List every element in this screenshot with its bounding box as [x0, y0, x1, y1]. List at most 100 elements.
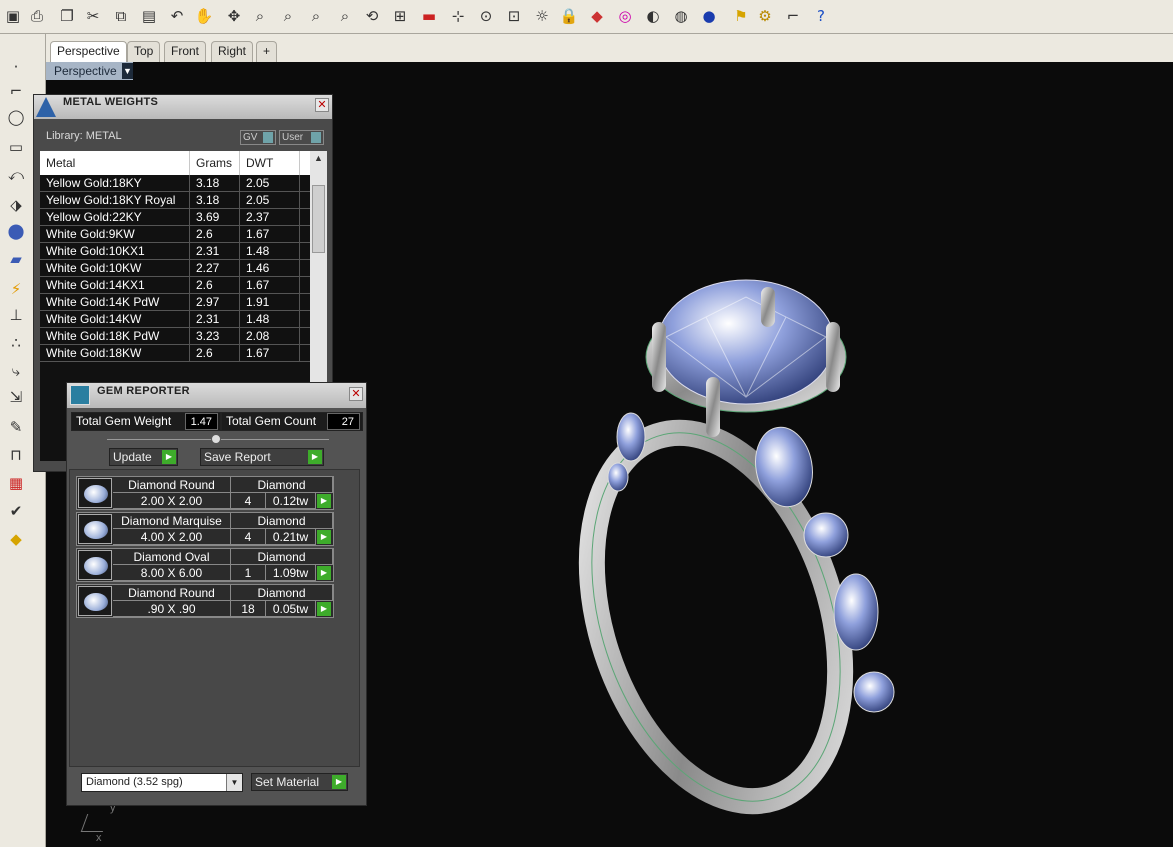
tab-top[interactable]: Top — [127, 41, 161, 62]
ring-model[interactable] — [556, 217, 916, 817]
table-row[interactable]: White Gold:14KW 2.31 1.48 — [40, 311, 310, 328]
table-row[interactable]: White Gold:18KW 2.6 1.67 — [40, 345, 310, 362]
copy-icon[interactable]: ⧉ — [109, 4, 133, 28]
table-row[interactable]: White Gold:10KW 2.27 1.46 — [40, 260, 310, 277]
undo-icon[interactable]: ↶ — [165, 4, 189, 28]
gem-row[interactable]: Diamond Oval Diamond 8.00 X 6.00 1 1.09tw ▶ — [76, 548, 334, 582]
paint-bucket-icon[interactable]: ◆ — [3, 526, 29, 552]
metal-weights-titlebar[interactable]: METAL WEIGHTS ✕ — [34, 95, 332, 119]
array-icon[interactable]: ∴ — [3, 330, 29, 356]
join-icon[interactable]: ⤷ — [3, 358, 29, 384]
cut-icon[interactable]: ✂ — [81, 4, 105, 28]
axis-lines — [80, 814, 110, 832]
options-gear-icon[interactable]: ⚙ — [753, 4, 777, 28]
pan-hand-icon[interactable]: ✋ — [192, 4, 216, 28]
four-viewports-icon[interactable]: ⊞ — [388, 4, 412, 28]
dimension-icon[interactable]: ⌐ — [781, 4, 805, 28]
export-icon[interactable]: ❐ — [55, 4, 79, 28]
osnap-icon[interactable]: ⊙ — [474, 4, 498, 28]
metal-weights-close-icon[interactable]: ✕ — [315, 98, 329, 112]
zoom-icon[interactable]: ⌕ — [248, 4, 272, 28]
gem-row[interactable]: Diamond Round Diamond .90 X .90 18 0.05tw ▶ — [76, 584, 334, 618]
grid-tool-icon[interactable]: ▦ — [3, 470, 29, 496]
gem-material: Diamond — [231, 585, 333, 601]
set-material-button[interactable]: Set Material ▶ — [251, 773, 348, 791]
table-row[interactable]: Yellow Gold:22KY 3.69 2.37 — [40, 209, 310, 226]
update-button[interactable]: Update ▶ — [109, 448, 178, 466]
undo-view-icon[interactable]: ⟲ — [360, 4, 384, 28]
viewport-title[interactable]: Perspective — [46, 62, 133, 80]
cell-grams: 2.97 — [190, 294, 240, 311]
viewport-menu-chevron-icon[interactable]: ▼ — [122, 63, 133, 79]
gem-reporter-titlebar[interactable]: GEM REPORTER ✕ — [67, 383, 366, 408]
gem-stone-icon — [84, 485, 108, 503]
color-wheel-icon[interactable]: ◎ — [613, 4, 637, 28]
dimension-tool-icon[interactable]: ⊓ — [3, 442, 29, 468]
help-icon[interactable]: ? — [809, 4, 833, 28]
zoom-extents-icon[interactable]: ⌕ — [304, 4, 328, 28]
solid-icon[interactable]: ⬤ — [3, 218, 29, 244]
scroll-up-icon[interactable]: ▲ — [310, 151, 327, 165]
save-report-button[interactable]: Save Report ▶ — [200, 448, 324, 466]
table-row[interactable]: Yellow Gold:18KY 3.18 2.05 — [40, 175, 310, 192]
curve-icon[interactable]: ⤺ — [3, 162, 29, 188]
gem-row[interactable]: Diamond Marquise Diamond 4.00 X 2.00 4 0.21t… — [76, 512, 334, 546]
column-header-dwt[interactable]: DWT — [240, 151, 300, 175]
table-row[interactable]: White Gold:10KX1 2.31 1.48 — [40, 243, 310, 260]
transform-icon[interactable]: ⊥ — [3, 302, 29, 328]
lock-icon[interactable]: 🔒 — [557, 4, 581, 28]
gem-select-play-icon[interactable]: ▶ — [317, 602, 331, 616]
layers-icon[interactable]: ◆ — [585, 4, 609, 28]
gv-toggle[interactable]: GV — [240, 130, 276, 145]
tab-right[interactable]: Right — [211, 41, 254, 62]
material-sphere-icon[interactable]: ● — [697, 4, 721, 28]
save-icon[interactable]: ▣ — [1, 4, 25, 28]
scroll-thumb[interactable] — [312, 185, 325, 253]
table-row[interactable]: White Gold:14KX1 2.6 1.67 — [40, 277, 310, 294]
table-row[interactable]: White Gold:14K PdW 2.97 1.91 — [40, 294, 310, 311]
gem-material: Diamond — [231, 549, 333, 565]
zoom-window-icon[interactable]: ⌕ — [276, 4, 300, 28]
gem-select-play-icon[interactable]: ▶ — [317, 530, 331, 544]
user-toggle-swatch — [311, 132, 321, 143]
gem-select-play-icon[interactable]: ▶ — [317, 494, 331, 508]
circle-icon[interactable]: ◯ — [3, 104, 29, 130]
render-sphere-icon[interactable]: ◍ — [669, 4, 693, 28]
mesh-icon[interactable]: ▰ — [3, 246, 29, 272]
material-select[interactable]: Diamond (3.52 spg) ▼ — [81, 773, 243, 792]
zoom-selected-icon[interactable]: ⌕ — [333, 4, 357, 28]
flag-icon[interactable]: ⚑ — [729, 4, 753, 28]
scale-icon[interactable]: ⇲ — [3, 384, 29, 410]
light-icon[interactable]: ☼ — [530, 4, 554, 28]
rotate-view-icon[interactable]: ✥ — [222, 4, 246, 28]
paste-icon[interactable]: ▤ — [137, 4, 161, 28]
shaded-sphere-icon[interactable]: ◐ — [641, 4, 665, 28]
surface-icon[interactable]: ⬗ — [3, 192, 29, 218]
cell-dwt: 2.37 — [240, 209, 300, 226]
tab-front[interactable]: Front — [164, 41, 207, 62]
print-icon[interactable]: ⎙ — [25, 4, 49, 28]
gem-reporter-close-icon[interactable]: ✕ — [349, 387, 363, 401]
polyline-icon[interactable]: ⌐ — [3, 78, 29, 104]
check-icon[interactable]: ✔ — [3, 498, 29, 524]
gem-size: .90 X .90 — [113, 601, 231, 617]
column-header-grams[interactable]: Grams — [190, 151, 240, 175]
snap-icon[interactable]: ⊹ — [446, 4, 470, 28]
car-icon[interactable]: ▬ — [417, 4, 441, 28]
main-toolbar: ▣ ⎙ ❐ ✂ ⧉ ▤ ↶ ✋ ✥ ⌕ ⌕ ⌕ ⌕ ⟲ ⊞ ▬ ⊹ ⊙ ⊡ ☼ … — [0, 0, 1173, 34]
column-header-metal[interactable]: Metal — [40, 151, 190, 175]
point-icon[interactable]: · — [3, 54, 29, 80]
rectangle-icon[interactable]: ▭ — [3, 134, 29, 160]
gem-select-play-icon[interactable]: ▶ — [317, 566, 331, 580]
add-tab-button[interactable]: + — [256, 41, 278, 62]
tab-perspective[interactable]: Perspective — [50, 41, 127, 62]
table-row[interactable]: White Gold:18K PdW 3.23 2.08 — [40, 328, 310, 345]
boolean-icon[interactable]: ⚡ — [3, 276, 29, 302]
slider-handle[interactable] — [211, 434, 221, 444]
user-toggle[interactable]: User — [279, 130, 324, 145]
cplane-icon[interactable]: ⊡ — [502, 4, 526, 28]
table-row[interactable]: White Gold:9KW 2.6 1.67 — [40, 226, 310, 243]
pen-icon[interactable]: ✎ — [3, 414, 29, 440]
gem-row[interactable]: Diamond Round Diamond 2.00 X 2.00 4 0.12tw ▶ — [76, 476, 334, 510]
table-row[interactable]: Yellow Gold:18KY Royal 3.18 2.05 — [40, 192, 310, 209]
